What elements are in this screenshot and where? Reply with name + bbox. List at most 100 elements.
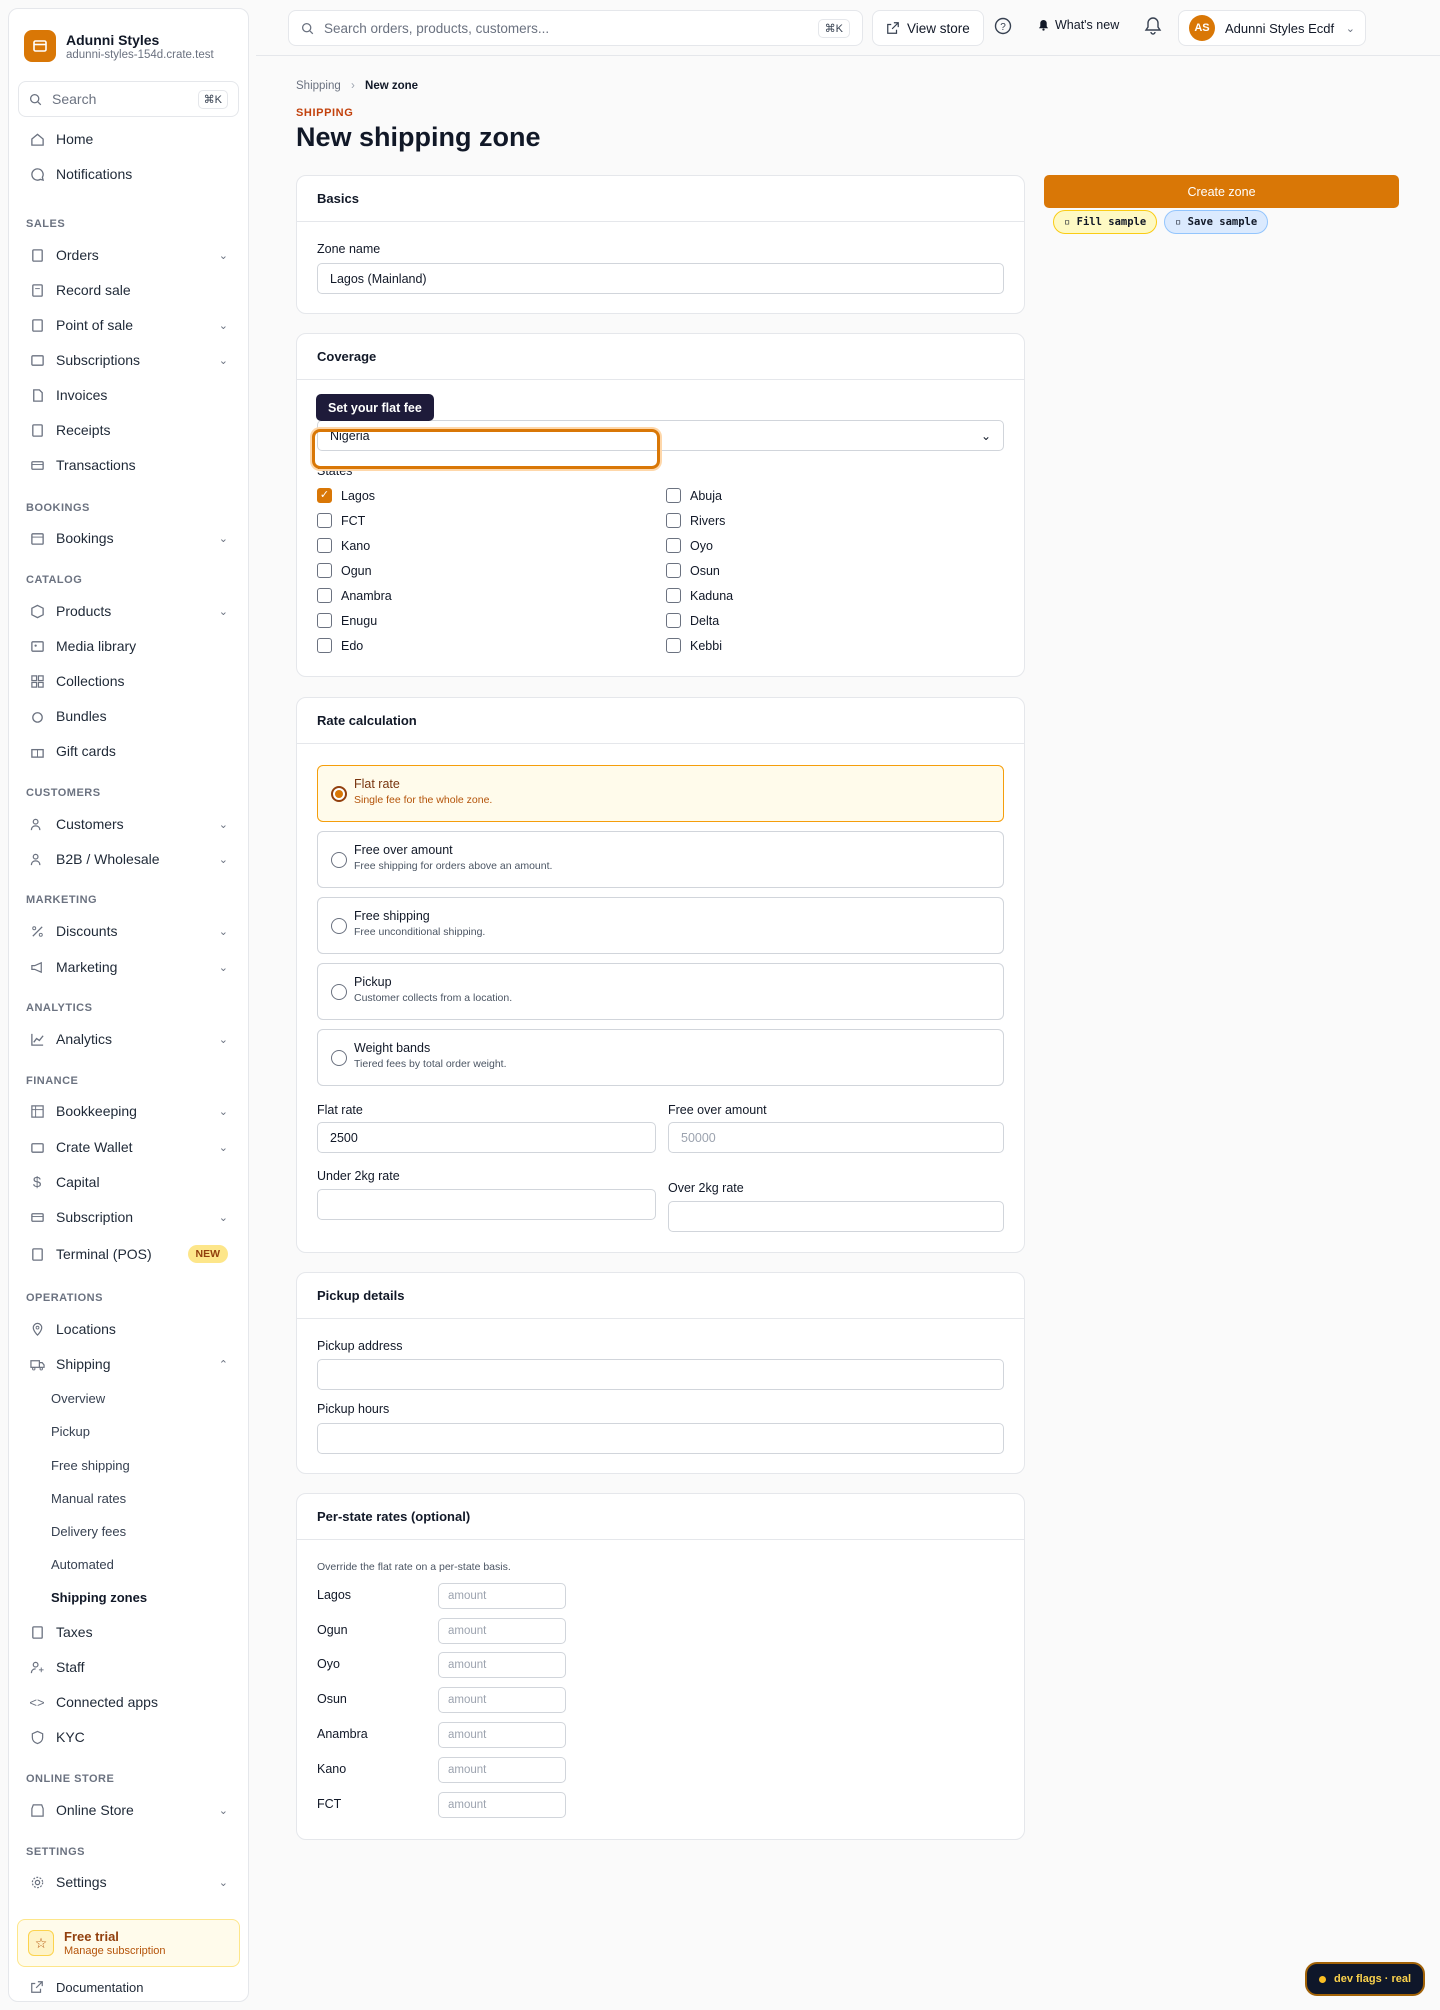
sidebar-item-customers[interactable]: Customers ⌄ xyxy=(17,809,240,839)
state-checkbox-lagos[interactable]: ✓ Lagos xyxy=(317,488,375,503)
view-store-button[interactable]: View store xyxy=(872,10,984,46)
sidebar-sub-shipping-zones[interactable]: Shipping zones xyxy=(51,1585,147,1609)
sidebar-item-taxes[interactable]: Taxes xyxy=(17,1617,240,1647)
pickup-address-input[interactable] xyxy=(317,1359,1004,1390)
sidebar-sub-free-shipping[interactable]: Free shipping xyxy=(51,1453,130,1477)
rate-option-weight-bands[interactable]: Weight bands Tiered fees by total order … xyxy=(317,1029,1004,1086)
page-eyebrow: SHIPPING xyxy=(296,107,354,119)
sidebar-item-shipping[interactable]: Shipping ⌃ xyxy=(17,1349,240,1379)
sidebar-sub-pickup[interactable]: Pickup xyxy=(51,1419,90,1443)
sidebar-item-media-library[interactable]: Media library xyxy=(17,631,240,661)
sidebar-item-orders[interactable]: Orders ⌄ xyxy=(17,240,240,270)
flat-rate-input[interactable]: 2500 xyxy=(317,1122,656,1153)
notifications-bell-icon[interactable] xyxy=(1144,16,1162,35)
sidebar-item-staff[interactable]: Staff xyxy=(17,1652,240,1682)
sidebar-item-subscription[interactable]: Subscription ⌄ xyxy=(17,1202,240,1232)
save-sample-button[interactable]: ▫ Save sample xyxy=(1164,210,1269,234)
sidebar-item-kyc[interactable]: KYC xyxy=(17,1722,240,1752)
sidebar-item-point-of-sale[interactable]: Point of sale ⌄ xyxy=(17,310,240,340)
help-icon[interactable]: ? xyxy=(994,17,1012,35)
sidebar-item-marketing[interactable]: Marketing ⌄ xyxy=(17,952,240,982)
state-checkbox-osun[interactable]: Osun xyxy=(666,563,720,578)
rate-option-free-over-amount[interactable]: Free over amount Free shipping for order… xyxy=(317,831,1004,888)
state-checkbox-kebbi[interactable]: Kebbi xyxy=(666,638,722,653)
sidebar-item-settings[interactable]: Settings ⌄ xyxy=(17,1867,240,1897)
per-state-input-anambra[interactable]: amount xyxy=(438,1722,566,1748)
state-checkbox-ogun[interactable]: Ogun xyxy=(317,563,372,578)
checkbox-icon xyxy=(666,538,681,553)
sidebar-item-crate-wallet[interactable]: Crate Wallet ⌄ xyxy=(17,1132,240,1162)
sidebar-item-bookkeeping[interactable]: Bookkeeping ⌄ xyxy=(17,1096,240,1126)
checkbox-icon xyxy=(317,538,332,553)
breadcrumb-shipping-link[interactable]: Shipping xyxy=(296,80,341,92)
under-2kg-rate-input[interactable] xyxy=(317,1189,656,1220)
state-checkbox-enugu[interactable]: Enugu xyxy=(317,613,377,628)
sidebar-item-connected-apps[interactable]: <> Connected apps xyxy=(17,1687,240,1717)
sidebar-item-subscriptions[interactable]: Subscriptions ⌄ xyxy=(17,345,240,375)
sidebar-item-terminal[interactable]: Terminal (POS) NEW xyxy=(17,1239,240,1269)
sidebar-item-receipts[interactable]: Receipts xyxy=(17,415,240,445)
sidebar-item-capital[interactable]: $ Capital xyxy=(17,1167,240,1197)
global-search-input[interactable]: Search orders, products, customers... ⌘K xyxy=(288,10,863,46)
sidebar-sub-overview[interactable]: Overview xyxy=(51,1386,105,1410)
sidebar-item-online-store[interactable]: Online Store ⌄ xyxy=(17,1795,240,1825)
chevron-down-icon: ⌄ xyxy=(218,961,228,974)
sidebar-item-transactions[interactable]: Transactions xyxy=(17,450,240,480)
sidebar-item-record-sale[interactable]: Record sale xyxy=(17,275,240,305)
fill-sample-button[interactable]: ▫ Fill sample xyxy=(1053,210,1158,234)
account-menu[interactable]: AS Adunni Styles Ecdf ⌄ xyxy=(1178,10,1366,46)
per-state-label-anambra: Anambra xyxy=(317,1727,368,1741)
rate-option-free-shipping[interactable]: Free shipping Free unconditional shippin… xyxy=(317,897,1004,954)
state-checkbox-kaduna[interactable]: Kaduna xyxy=(666,588,733,603)
sidebar-item-invoices[interactable]: Invoices xyxy=(17,380,240,410)
brand[interactable]: Adunni Styles adunni-styles-154d.crate.t… xyxy=(9,9,248,67)
per-state-input-ogun[interactable]: amount xyxy=(438,1618,566,1644)
sidebar-item-label: Bookkeeping xyxy=(56,1103,137,1119)
state-checkbox-oyo[interactable]: Oyo xyxy=(666,538,713,553)
ledger-icon xyxy=(29,1103,45,1119)
state-checkbox-edo[interactable]: Edo xyxy=(317,638,363,653)
sidebar-item-discounts[interactable]: Discounts ⌄ xyxy=(17,916,240,946)
sidebar-item-collections[interactable]: Collections xyxy=(17,666,240,696)
per-state-input-oyo[interactable]: amount xyxy=(438,1652,566,1678)
checkbox-icon xyxy=(317,513,332,528)
state-checkbox-delta[interactable]: Delta xyxy=(666,613,719,628)
sidebar-item-analytics[interactable]: Analytics ⌄ xyxy=(17,1024,240,1054)
whats-new-button[interactable]: What's new xyxy=(1038,18,1119,32)
chevron-down-icon: ⌄ xyxy=(218,853,228,866)
rate-option-flat-rate[interactable]: Flat rate Single fee for the whole zone. xyxy=(317,765,1004,822)
sidebar-sub-delivery-fees[interactable]: Delivery fees xyxy=(51,1519,126,1543)
sidebar-item-notifications[interactable]: Notifications xyxy=(17,159,240,189)
sidebar-item-bookings[interactable]: Bookings ⌄ xyxy=(17,523,240,553)
sidebar-item-locations[interactable]: Locations xyxy=(17,1314,240,1344)
per-state-input-kano[interactable]: amount xyxy=(438,1757,566,1783)
state-checkbox-fct[interactable]: FCT xyxy=(317,513,365,528)
sidebar-item-documentation[interactable]: Documentation xyxy=(17,1972,240,2002)
sidebar-sub-automated[interactable]: Automated xyxy=(51,1552,114,1576)
rate-option-pickup[interactable]: Pickup Customer collects from a location… xyxy=(317,963,1004,1020)
state-checkbox-kano[interactable]: Kano xyxy=(317,538,370,553)
over-2kg-rate-input[interactable] xyxy=(668,1201,1004,1232)
sidebar-item-bundles[interactable]: Bundles xyxy=(17,701,240,731)
per-state-input-lagos[interactable]: amount xyxy=(438,1583,566,1609)
per-state-label-oyo: Oyo xyxy=(317,1657,340,1671)
sidebar-item-products[interactable]: Products ⌄ xyxy=(17,596,240,626)
sidebar-item-home[interactable]: Home xyxy=(17,124,240,154)
per-state-input-fct[interactable]: amount xyxy=(438,1792,566,1818)
state-checkbox-abuja[interactable]: Abuja xyxy=(666,488,722,503)
sidebar-item-b2b[interactable]: B2B / Wholesale ⌄ xyxy=(17,844,240,874)
dev-flags-button[interactable]: dev flags · real xyxy=(1305,1962,1426,1996)
sidebar-sub-manual-rates[interactable]: Manual rates xyxy=(51,1486,126,1510)
sidebar-search[interactable]: Search ⌘K xyxy=(18,81,239,117)
zone-name-input[interactable]: Lagos (Mainland) xyxy=(317,263,1004,294)
pickup-hours-input[interactable] xyxy=(317,1423,1004,1454)
create-zone-button[interactable]: Create zone xyxy=(1044,175,1399,208)
per-state-input-osun[interactable]: amount xyxy=(438,1687,566,1713)
external-link-icon xyxy=(886,21,900,35)
free-trial-card[interactable]: ☆ Free trial Manage subscription xyxy=(17,1919,240,1967)
state-checkbox-anambra[interactable]: Anambra xyxy=(317,588,392,603)
free-over-amount-input[interactable]: 50000 xyxy=(668,1122,1004,1153)
state-checkbox-rivers[interactable]: Rivers xyxy=(666,513,725,528)
sidebar-item-gift-cards[interactable]: Gift cards xyxy=(17,736,240,766)
manage-subscription-link[interactable]: Manage subscription xyxy=(64,1945,166,1957)
